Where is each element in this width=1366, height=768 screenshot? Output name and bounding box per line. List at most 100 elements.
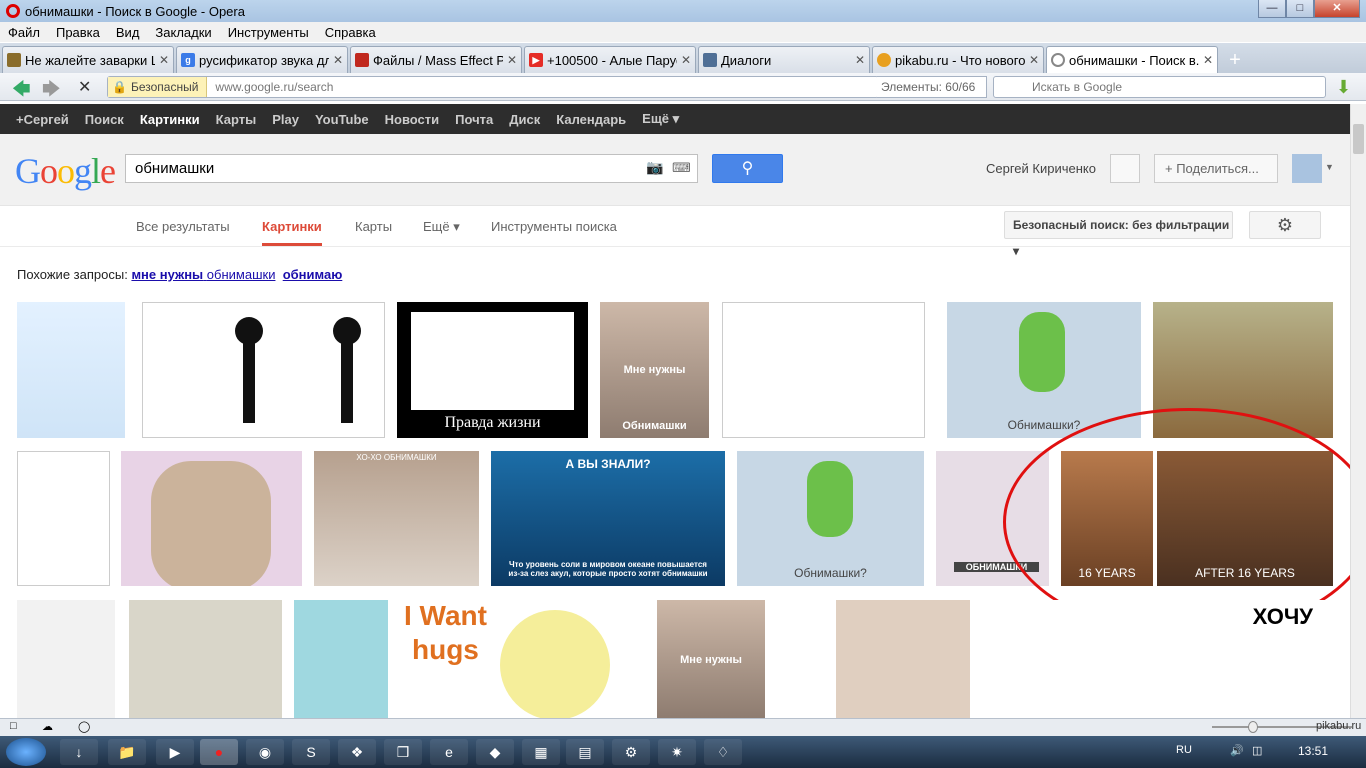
- cloud-icon[interactable]: ☁: [42, 720, 53, 733]
- start-button[interactable]: [6, 738, 46, 766]
- tab-5[interactable]: pikabu.ru - Что нового ✕: [872, 46, 1044, 73]
- app-icon[interactable]: ▦: [522, 739, 560, 765]
- gbar-plus-user[interactable]: +Сергей: [8, 112, 77, 127]
- tab-6-active[interactable]: обнимашки - Поиск в... ✕: [1046, 46, 1218, 73]
- image-result[interactable]: [294, 600, 388, 718]
- tab-close-icon[interactable]: ✕: [681, 53, 691, 67]
- page-scrollbar[interactable]: [1350, 104, 1366, 718]
- image-result[interactable]: [17, 451, 110, 586]
- menu-bookmarks[interactable]: Закладки: [147, 25, 219, 40]
- ie-icon[interactable]: e: [430, 739, 468, 765]
- tab-2[interactable]: Файлы / Mass Effect P... ✕: [350, 46, 522, 73]
- tab-close-icon[interactable]: ✕: [1203, 53, 1213, 67]
- tab-0[interactable]: Не жалейте заварки Li... ✕: [2, 46, 174, 73]
- gbar-images[interactable]: Картинки: [132, 112, 208, 127]
- app-icon[interactable]: ✷: [658, 739, 696, 765]
- new-tab-button[interactable]: +: [1222, 49, 1248, 73]
- gbar-search[interactable]: Поиск: [77, 112, 132, 127]
- app-icon[interactable]: ❖: [338, 739, 376, 765]
- gbar-more[interactable]: Ещё ▾: [634, 111, 687, 127]
- camera-icon[interactable]: 📷: [646, 159, 663, 176]
- image-result[interactable]: I Want hugs: [400, 600, 645, 718]
- skype-icon[interactable]: S: [292, 739, 330, 765]
- menu-file[interactable]: Файл: [0, 25, 48, 40]
- clock[interactable]: 13:51: [1298, 744, 1328, 758]
- image-result[interactable]: ХО-ХО ОБНИМАШКИ: [314, 451, 479, 586]
- menu-view[interactable]: Вид: [108, 25, 148, 40]
- media-player-icon[interactable]: ▶: [156, 739, 194, 765]
- gbar-mail[interactable]: Почта: [447, 112, 501, 127]
- gbar-drive[interactable]: Диск: [501, 112, 548, 127]
- gear-icon[interactable]: ⚙: [1249, 211, 1321, 239]
- apps-button[interactable]: [1110, 154, 1140, 183]
- folder-icon[interactable]: 📁: [108, 739, 146, 765]
- avatar[interactable]: [1292, 154, 1322, 183]
- tab-close-icon[interactable]: ✕: [1029, 53, 1039, 67]
- maximize-button[interactable]: □: [1286, 0, 1314, 18]
- menu-edit[interactable]: Правка: [48, 25, 108, 40]
- minimize-button[interactable]: —: [1258, 0, 1286, 18]
- chrome-icon[interactable]: ◉: [246, 739, 284, 765]
- secure-badge[interactable]: 🔒 Безопасный: [108, 77, 208, 97]
- share-button[interactable]: + Поделиться...: [1154, 154, 1278, 183]
- network-icon[interactable]: ◫: [1252, 744, 1262, 757]
- tab-close-icon[interactable]: ✕: [159, 53, 169, 67]
- image-result[interactable]: [722, 302, 925, 438]
- tab-more[interactable]: Ещё ▾: [423, 219, 460, 235]
- menu-help[interactable]: Справка: [317, 25, 384, 40]
- image-result[interactable]: А ВЫ ЗНАЛИ? Что уровень соли в мировом о…: [491, 451, 725, 586]
- app-icon[interactable]: ❒: [384, 739, 422, 765]
- keyboard-icon[interactable]: ⌨: [672, 160, 691, 176]
- tab-close-icon[interactable]: ✕: [855, 53, 865, 67]
- speaker-icon[interactable]: 🔊: [1230, 744, 1244, 757]
- app-icon[interactable]: ⚙: [612, 739, 650, 765]
- image-result[interactable]: Мне нужны: [657, 600, 765, 718]
- zoom-handle[interactable]: [1248, 721, 1258, 733]
- stop-icon[interactable]: ✕: [78, 77, 91, 97]
- search-tools-button[interactable]: Инструменты поиска: [491, 219, 617, 234]
- image-result[interactable]: [142, 302, 385, 438]
- image-result[interactable]: [129, 600, 282, 718]
- opera-taskbar-icon[interactable]: ●: [200, 739, 238, 765]
- image-result[interactable]: Правда жизни: [397, 302, 588, 438]
- browser-search-field[interactable]: Искать в Google: [993, 76, 1326, 98]
- gbar-maps[interactable]: Карты: [208, 112, 265, 127]
- user-name[interactable]: Сергей Кириченко: [986, 161, 1096, 176]
- google-logo[interactable]: Google: [15, 150, 116, 192]
- language-indicator[interactable]: RU: [1176, 744, 1192, 756]
- app-icon[interactable]: ♢: [704, 739, 742, 765]
- safe-search-dropdown[interactable]: Безопасный поиск: без фильтрации ▾: [1004, 211, 1233, 258]
- search-button[interactable]: ⚲: [712, 154, 783, 183]
- image-result[interactable]: [121, 451, 302, 586]
- related-link-1[interactable]: мне нужны обнимашки: [131, 267, 275, 282]
- search-input[interactable]: обнимашки 📷 ⌨: [125, 154, 698, 183]
- app-icon[interactable]: ◆: [476, 739, 514, 765]
- tab-close-icon[interactable]: ✕: [333, 53, 343, 67]
- back-arrow-icon[interactable]: 🡄: [12, 77, 31, 107]
- speed-icon[interactable]: ◯: [78, 720, 90, 733]
- tab-images[interactable]: Картинки: [262, 219, 322, 246]
- gbar-play[interactable]: Play: [264, 112, 307, 127]
- tab-4[interactable]: Диалоги ✕: [698, 46, 870, 73]
- tab-3[interactable]: ▶ +100500 - Алые Парус... ✕: [524, 46, 696, 73]
- torrent-icon[interactable]: ↓: [60, 739, 98, 765]
- tab-1[interactable]: g русификатор звука дл... ✕: [176, 46, 348, 73]
- image-result[interactable]: [836, 600, 970, 718]
- app-icon[interactable]: ▤: [566, 739, 604, 765]
- gbar-youtube[interactable]: YouTube: [307, 112, 377, 127]
- tab-all-results[interactable]: Все результаты: [136, 219, 230, 234]
- tab-maps[interactable]: Карты: [355, 219, 392, 234]
- gbar-news[interactable]: Новости: [377, 112, 448, 127]
- image-result[interactable]: [765, 600, 823, 718]
- related-link-2[interactable]: обнимаю: [283, 267, 343, 282]
- address-field[interactable]: 🔒 Безопасный www.google.ru/search: [107, 76, 879, 98]
- image-result[interactable]: [17, 302, 125, 438]
- image-result[interactable]: Мне нужны Обнимашки: [600, 302, 709, 438]
- close-window-button[interactable]: ✕: [1314, 0, 1360, 18]
- gbar-calendar[interactable]: Календарь: [548, 112, 634, 127]
- tab-close-icon[interactable]: ✕: [507, 53, 517, 67]
- image-result[interactable]: [17, 600, 115, 718]
- download-arrow-icon[interactable]: ⬇: [1336, 77, 1351, 98]
- image-result[interactable]: ХОЧУ: [983, 600, 1333, 718]
- chevron-down-icon[interactable]: ▼: [1325, 162, 1334, 172]
